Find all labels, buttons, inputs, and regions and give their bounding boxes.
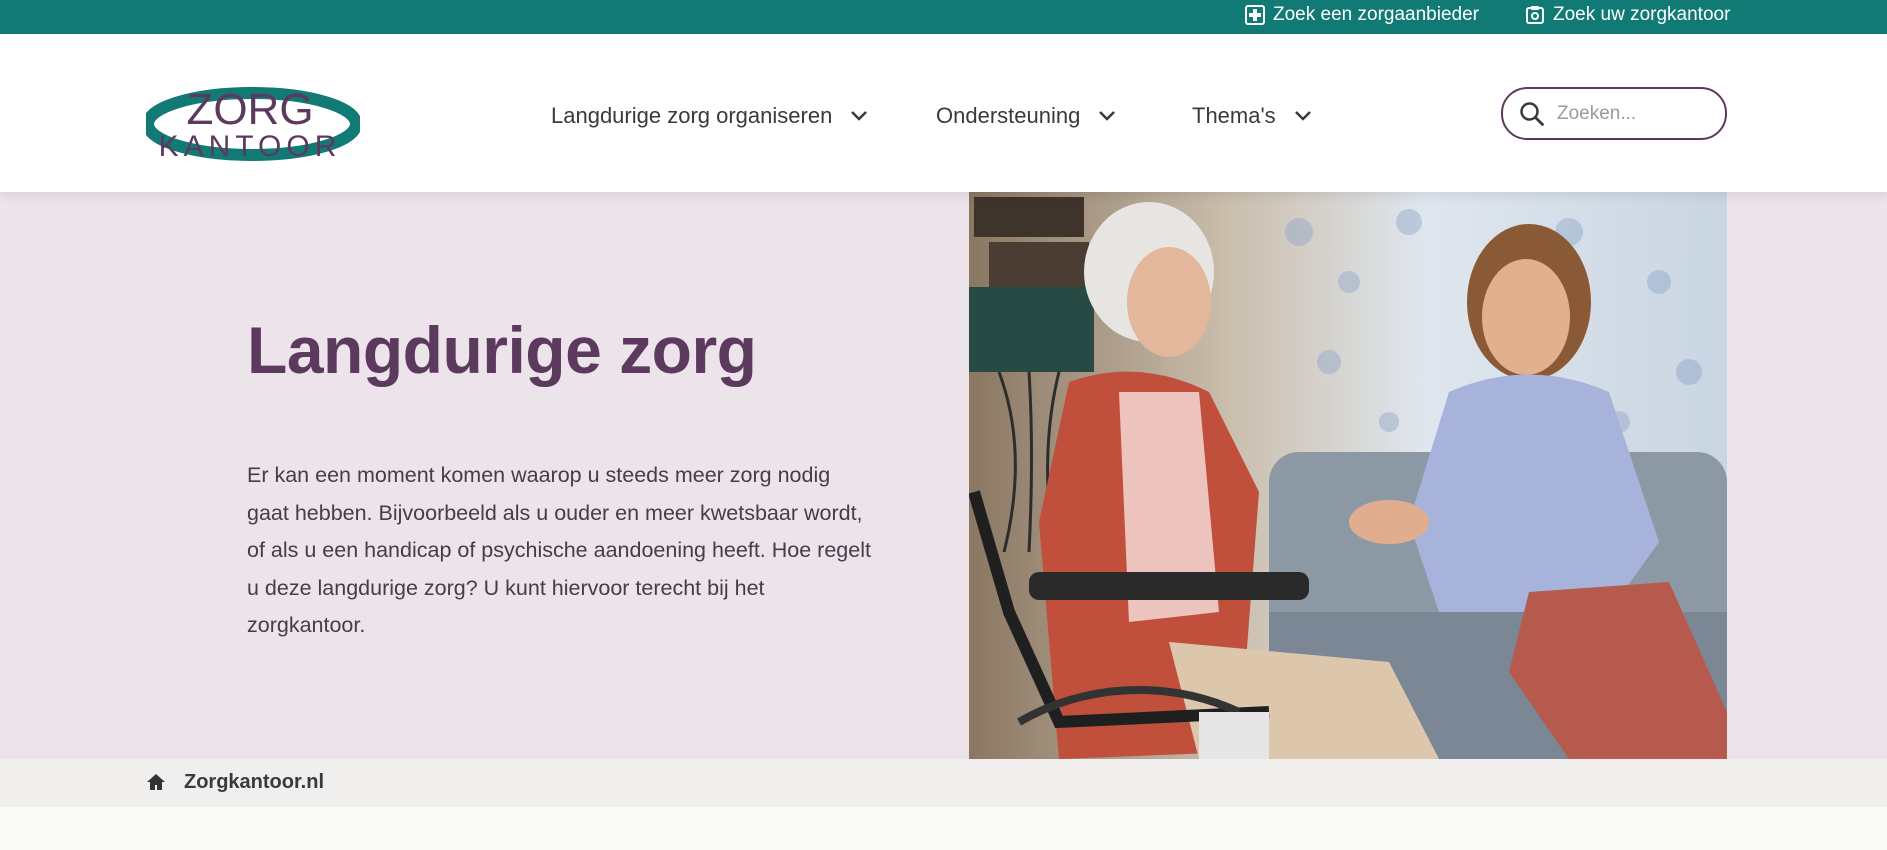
nav-label: Ondersteuning <box>936 103 1081 128</box>
zorgkantoor-logo[interactable]: ZORG KANTOOR <box>146 74 360 184</box>
top-utility-bar: Zoek een zorgaanbieder Zoek uw zorgkanto… <box>0 0 1887 34</box>
home-icon[interactable] <box>146 773 166 791</box>
breadcrumb: Zorgkantoor.nl <box>0 759 1887 807</box>
chevron-down-icon <box>1099 111 1116 121</box>
logo-bottom-text: KANTOOR <box>159 130 342 163</box>
nav-langdurige-zorg-organiseren[interactable]: Langdurige zorg organiseren <box>551 96 868 136</box>
search-icon[interactable] <box>1519 101 1545 127</box>
main-header: ZORG KANTOOR Langdurige zorg organiseren… <box>0 34 1887 192</box>
logo-top-text: ZORG <box>186 85 313 134</box>
find-care-office-link[interactable]: Zoek uw zorgkantoor <box>1525 0 1730 30</box>
find-care-provider-label: Zoek een zorgaanbieder <box>1273 4 1479 25</box>
find-care-provider-link[interactable]: Zoek een zorgaanbieder <box>1245 0 1479 30</box>
search-box <box>1501 87 1727 140</box>
nav-label: Langdurige zorg organiseren <box>551 103 833 128</box>
intro-text: Er kan een moment komen waarop u steeds … <box>247 463 871 638</box>
medical-cross-icon <box>1245 5 1265 25</box>
chevron-down-icon <box>851 111 868 121</box>
page-title: Langdurige zorg <box>247 313 757 387</box>
building-icon <box>1526 6 1544 24</box>
hero-photo <box>969 192 1727 759</box>
caregiver-and-elderly-woman-photo <box>969 192 1727 759</box>
nav-themas[interactable]: Thema's <box>1192 96 1312 136</box>
breadcrumb-current[interactable]: Zorgkantoor.nl <box>184 771 324 794</box>
nav-label: Thema's <box>1192 103 1276 128</box>
hero-section: Langdurige zorg Er kan een moment komen … <box>0 192 1887 759</box>
chevron-down-icon <box>1294 111 1311 121</box>
search-input[interactable] <box>1555 101 1709 126</box>
find-care-office-label: Zoek uw zorgkantoor <box>1553 4 1731 25</box>
nav-ondersteuning[interactable]: Ondersteuning <box>936 96 1116 136</box>
